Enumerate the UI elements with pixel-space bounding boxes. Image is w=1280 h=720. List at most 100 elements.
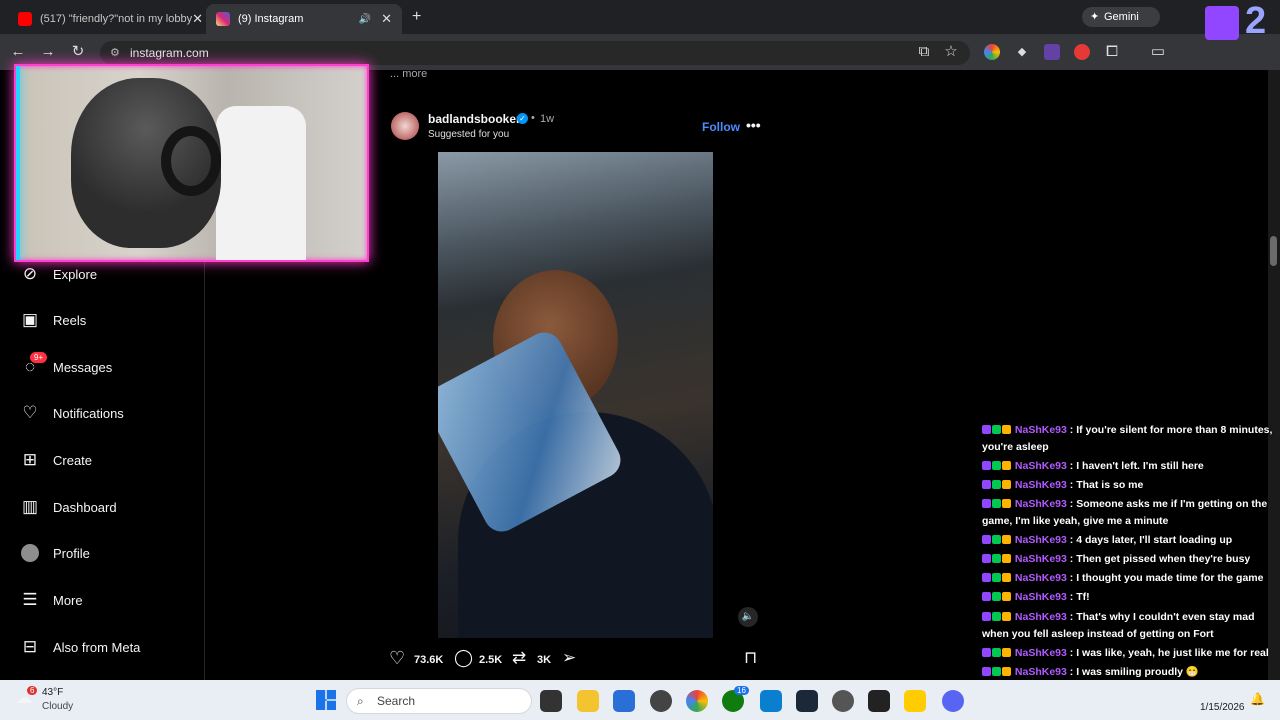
audio-toggle-icon[interactable]: 🔈 bbox=[738, 607, 758, 627]
post-username[interactable]: badlandsbooker bbox=[428, 112, 521, 126]
sidebar-item-label: Create bbox=[53, 452, 93, 468]
chat-message: NaShKe93 : Then get pissed when they're … bbox=[982, 551, 1280, 568]
twitch-overlay: 2 bbox=[1195, 0, 1280, 44]
close-icon[interactable]: ✕ bbox=[381, 11, 392, 27]
store-icon[interactable] bbox=[613, 690, 635, 712]
chat-message: NaShKe93 : Someone asks me if I'm gettin… bbox=[982, 498, 1268, 527]
gemini-button[interactable]: ✦ Gemini bbox=[1082, 7, 1160, 27]
badge-icon bbox=[982, 425, 991, 434]
epic-games-icon[interactable] bbox=[868, 690, 890, 712]
chat-username: NaShKe93 bbox=[1014, 611, 1067, 623]
badge-icon bbox=[1002, 554, 1011, 563]
sidebar-item-notifications[interactable]: ♡ Notifications bbox=[20, 398, 124, 428]
heart-icon: ♡ bbox=[22, 403, 38, 422]
file-explorer-icon[interactable] bbox=[577, 690, 599, 712]
tab-youtube[interactable]: (517) "friendly?"not in my lobby ✕ bbox=[8, 4, 204, 34]
sidebar-item-label: Dashboard bbox=[53, 499, 117, 515]
bookmark-star-icon[interactable]: ☆ bbox=[943, 44, 959, 60]
badge-icon bbox=[992, 592, 1001, 601]
twitch-extension-icon[interactable] bbox=[1044, 44, 1060, 60]
chat-username: NaShKe93 bbox=[1014, 666, 1067, 678]
previous-caption-more[interactable]: ... more bbox=[390, 68, 427, 80]
sidebar-item-explore[interactable]: ⊘ Explore bbox=[20, 259, 97, 289]
webcam-chair bbox=[216, 106, 306, 260]
chrome-extension-icon[interactable] bbox=[984, 44, 1000, 60]
app-icon[interactable] bbox=[650, 690, 672, 712]
heart-icon[interactable]: ♡ bbox=[389, 648, 405, 669]
badge-icon bbox=[992, 612, 1001, 621]
sidebar-item-dashboard[interactable]: ▥ Dashboard bbox=[20, 492, 117, 522]
steam-icon[interactable] bbox=[796, 690, 818, 712]
badge-icon bbox=[982, 573, 991, 582]
sidebar-item-label: Reels bbox=[53, 312, 87, 328]
extension-icon[interactable] bbox=[1074, 44, 1090, 60]
extension-icon[interactable]: ◆ bbox=[1014, 44, 1030, 60]
avatar[interactable] bbox=[391, 112, 419, 140]
taskbar-search[interactable]: ⌕ Search bbox=[346, 688, 532, 714]
badge-icon bbox=[992, 425, 1001, 434]
address-bar[interactable]: ⚙ instagram.com bbox=[100, 41, 970, 65]
sidebar-item-also-from-meta[interactable]: ⊟ Also from Meta bbox=[20, 632, 141, 662]
close-icon[interactable]: ✕ bbox=[192, 11, 203, 27]
site-info-icon[interactable]: ⚙ bbox=[110, 41, 120, 65]
badge-icon bbox=[982, 612, 991, 621]
sidebar-item-create[interactable]: ⊞ Create bbox=[20, 445, 92, 475]
search-placeholder: Search bbox=[377, 694, 416, 708]
video-frame[interactable] bbox=[438, 152, 713, 638]
sidebar-item-label: Explore bbox=[53, 266, 98, 282]
tab-instagram[interactable]: (9) Instagram 🔊 ✕ bbox=[206, 4, 402, 34]
follow-button[interactable]: Follow bbox=[702, 120, 740, 134]
menu-icon: ☰ bbox=[22, 590, 38, 609]
badge-icon bbox=[982, 648, 991, 657]
badge-icon bbox=[992, 480, 1001, 489]
gemini-label: Gemini bbox=[1104, 11, 1139, 23]
sidebar-item-label: Notifications bbox=[53, 405, 124, 421]
notification-bell-icon[interactable]: 🔔 bbox=[1250, 692, 1265, 706]
forward-icon[interactable]: → bbox=[40, 44, 56, 60]
chat-text: Tf! bbox=[1076, 591, 1090, 603]
chat-text: Then get pissed when they're busy bbox=[1076, 553, 1251, 565]
badge-icon bbox=[982, 480, 991, 489]
puzzle-icon[interactable]: ⧠ bbox=[1104, 44, 1120, 60]
discord-icon[interactable] bbox=[942, 690, 964, 712]
badge-icon bbox=[992, 573, 1001, 582]
sidebar-item-reels[interactable]: ▣ Reels bbox=[20, 305, 86, 335]
chat-text: I was like, yeah, he just like me for re… bbox=[1076, 647, 1269, 659]
chat-message: NaShKe93 : That's why I couldn't even st… bbox=[982, 611, 1255, 640]
tab-title: (9) Instagram bbox=[238, 13, 304, 25]
badge-icon bbox=[1002, 535, 1011, 544]
install-icon[interactable]: ⧉ bbox=[916, 44, 932, 60]
chat-username: NaShKe93 bbox=[1014, 424, 1067, 436]
task-view-icon[interactable] bbox=[540, 690, 562, 712]
share-icon[interactable]: ➢ bbox=[562, 648, 576, 668]
twitch-number: 2 bbox=[1245, 0, 1267, 42]
badge-icon bbox=[1002, 499, 1011, 508]
new-tab-button[interactable]: + bbox=[412, 8, 421, 26]
chat-username: NaShKe93 bbox=[1014, 572, 1067, 584]
comment-icon[interactable]: ◯ bbox=[454, 648, 473, 668]
save-icon[interactable]: ⊓ bbox=[744, 648, 757, 668]
app-icon[interactable] bbox=[832, 690, 854, 712]
badge-icon bbox=[992, 667, 1001, 676]
chrome-icon[interactable] bbox=[686, 690, 708, 712]
badge-icon bbox=[992, 535, 1001, 544]
chat-text: I was smiling proudly 😁 bbox=[1076, 666, 1199, 678]
chat-text: I haven't left. I'm still here bbox=[1076, 460, 1204, 472]
scrollbar-thumb[interactable] bbox=[1270, 236, 1277, 266]
instagram-icon bbox=[216, 12, 230, 26]
app-icon[interactable] bbox=[760, 690, 782, 712]
rockstar-icon[interactable] bbox=[904, 690, 926, 712]
back-icon[interactable]: ← bbox=[10, 44, 26, 60]
repost-icon[interactable]: ⇄ bbox=[512, 648, 526, 668]
comments-count: 2.5K bbox=[479, 654, 503, 666]
chat-message: NaShKe93 : If you're silent for more tha… bbox=[982, 424, 1273, 453]
sidebar-item-profile[interactable]: Profile bbox=[20, 538, 90, 568]
sidebar-item-label: Profile bbox=[53, 545, 90, 561]
reload-icon[interactable]: ↻ bbox=[70, 44, 86, 60]
speaker-icon[interactable]: 🔊 bbox=[359, 14, 371, 25]
sidebar-item-more[interactable]: ☰ More bbox=[20, 585, 82, 615]
chat-username: NaShKe93 bbox=[1014, 534, 1067, 546]
taskbar-date: 1/15/2026 bbox=[1200, 702, 1245, 713]
more-options-icon[interactable]: ••• bbox=[746, 117, 761, 133]
sidepanel-icon[interactable]: ▭ bbox=[1150, 44, 1166, 60]
